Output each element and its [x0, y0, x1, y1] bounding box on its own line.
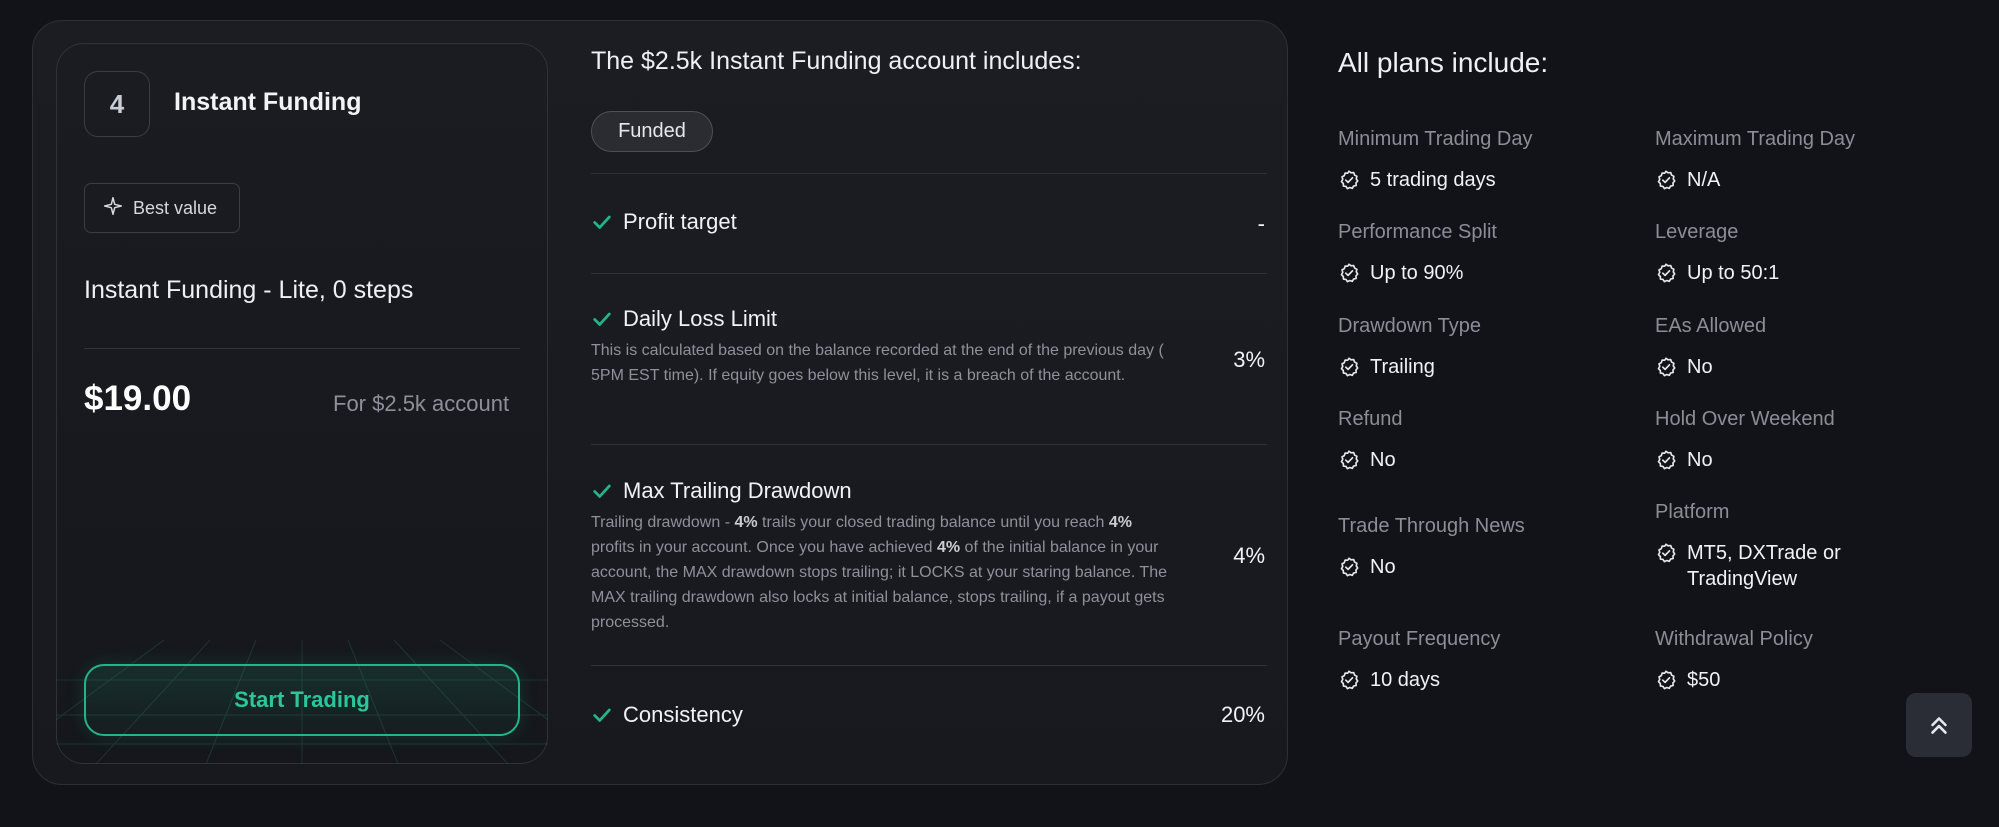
- double-chevron-up-icon: [1931, 717, 1947, 734]
- feature-value: No: [1338, 554, 1396, 585]
- desc-emphasis: 4%: [936, 539, 961, 556]
- feature-value: N/A: [1655, 167, 1720, 198]
- feature-value-text: N/A: [1687, 169, 1721, 191]
- include-row-title: Consistency: [591, 702, 743, 728]
- sparkle-icon: [103, 196, 123, 221]
- plan-name: Instant Funding: [174, 88, 362, 116]
- consistency-label: Consistency: [623, 702, 743, 727]
- check-icon: [593, 708, 611, 722]
- feature-value: No: [1655, 354, 1713, 385]
- desc-text: profits in your account. Once you have a…: [591, 539, 937, 556]
- best-value-badge: Best value: [84, 183, 240, 233]
- plan-description: Instant Funding - Lite, 0 steps: [84, 276, 414, 304]
- feature-value: No: [1655, 447, 1713, 478]
- check-circle-icon: [1338, 260, 1360, 291]
- check-icon: [593, 312, 611, 326]
- feature-value: $50: [1655, 667, 1720, 698]
- daily-loss-limit-value: 3%: [1233, 347, 1265, 372]
- check-circle-icon: [1338, 447, 1360, 478]
- feature-value-text: No: [1687, 449, 1713, 471]
- max-trailing-drawdown-description: Trailing drawdown - 4% trails your close…: [591, 510, 1179, 635]
- check-circle-icon: [1655, 167, 1677, 198]
- feature-label: Minimum Trading Day: [1338, 128, 1533, 150]
- divider: [591, 273, 1267, 274]
- daily-loss-limit-label: Daily Loss Limit: [623, 306, 778, 331]
- check-circle-icon: [1655, 667, 1677, 698]
- scroll-to-top-button[interactable]: [1906, 693, 1972, 757]
- check-circle-icon: [1655, 447, 1677, 478]
- feature-value-text: MT5, DXTrade or TradingView: [1687, 542, 1841, 590]
- feature-value: Trailing: [1338, 354, 1435, 385]
- funded-pill: Funded: [591, 111, 713, 152]
- feature-value-text: 10 days: [1370, 669, 1441, 691]
- badge-label: Best value: [133, 197, 218, 218]
- check-circle-icon: [1655, 540, 1677, 571]
- divider: [591, 444, 1267, 445]
- consistency-value: 20%: [1220, 702, 1265, 727]
- desc-emphasis: 4%: [734, 514, 758, 531]
- check-circle-icon: [1338, 667, 1360, 698]
- feature-value-text: $50: [1687, 669, 1721, 691]
- divider: [591, 665, 1267, 666]
- feature-label: Withdrawal Policy: [1655, 628, 1813, 650]
- plan-price: $19.00: [84, 379, 192, 418]
- daily-loss-limit-description: This is calculated based on the balance …: [591, 342, 1164, 384]
- feature-value: 5 trading days: [1338, 167, 1496, 198]
- check-circle-icon: [1338, 354, 1360, 385]
- desc-emphasis: 4%: [1108, 514, 1133, 531]
- desc-text: Trailing drawdown -: [591, 514, 735, 531]
- plan-number: 4: [84, 71, 150, 137]
- feature-value-text: Up to 50:1: [1687, 262, 1780, 284]
- profit-target-value: -: [1257, 211, 1265, 236]
- feature-label: Drawdown Type: [1338, 315, 1482, 337]
- include-row-title: Max Trailing Drawdown: [591, 478, 852, 504]
- check-circle-icon: [1338, 554, 1360, 585]
- feature-value-text: No: [1687, 356, 1713, 378]
- feature-value: MT5, DXTrade or TradingView: [1655, 540, 1855, 592]
- feature-value: Up to 90%: [1338, 260, 1463, 291]
- check-icon: [593, 484, 611, 498]
- feature-value-text: 5 trading days: [1370, 169, 1496, 191]
- feature-value: Up to 50:1: [1655, 260, 1779, 291]
- max-trailing-drawdown-label: Max Trailing Drawdown: [623, 478, 852, 503]
- feature-label: EAs Allowed: [1655, 315, 1767, 337]
- feature-label: Trade Through News: [1338, 515, 1525, 537]
- all-plans-title: All plans include:: [1338, 47, 1549, 78]
- divider: [591, 173, 1267, 174]
- check-circle-icon: [1655, 354, 1677, 385]
- feature-value-text: No: [1370, 449, 1396, 471]
- feature-label: Hold Over Weekend: [1655, 408, 1835, 430]
- desc-text: trails your closed trading balance until…: [757, 514, 1109, 531]
- feature-label: Performance Split: [1338, 221, 1497, 243]
- includes-title: The $2.5k Instant Funding account includ…: [591, 47, 1082, 75]
- feature-value: 10 days: [1338, 667, 1440, 698]
- max-trailing-drawdown-value: 4%: [1233, 543, 1265, 568]
- feature-value: No: [1338, 447, 1396, 478]
- start-trading-button[interactable]: Start Trading: [84, 664, 520, 736]
- feature-label: Maximum Trading Day: [1655, 128, 1856, 150]
- feature-label: Platform: [1655, 501, 1730, 523]
- include-row-title: Daily Loss Limit: [591, 306, 777, 332]
- profit-target-label: Profit target: [623, 209, 737, 234]
- check-circle-icon: [1338, 167, 1360, 198]
- check-circle-icon: [1655, 260, 1677, 291]
- include-row-title: Profit target: [591, 209, 737, 235]
- feature-value-text: Up to 90%: [1370, 262, 1464, 284]
- feature-value-text: Trailing: [1370, 356, 1435, 378]
- feature-value-text: No: [1370, 556, 1396, 578]
- feature-label: Payout Frequency: [1338, 628, 1501, 650]
- check-icon: [593, 215, 611, 229]
- divider: [84, 348, 520, 349]
- price-note: For $2.5k account: [333, 391, 510, 416]
- feature-label: Leverage: [1655, 221, 1739, 243]
- feature-label: Refund: [1338, 408, 1403, 430]
